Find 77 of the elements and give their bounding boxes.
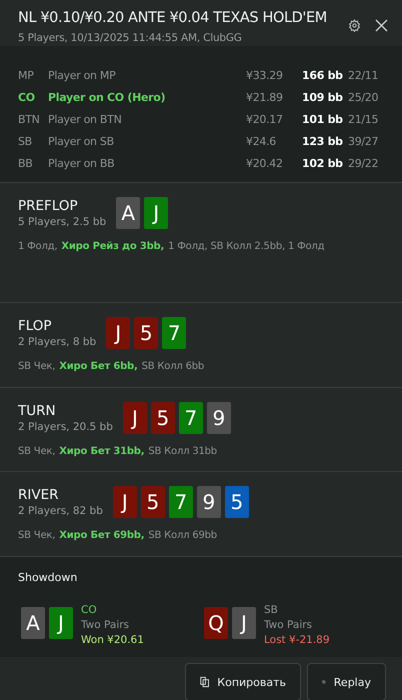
action-text: 1 Фолд, <box>18 241 58 252</box>
player-stack: ¥20.42 <box>246 156 284 170</box>
playing-card: A <box>116 197 140 230</box>
playing-card: 9 <box>196 486 221 518</box>
playing-card: 5 <box>134 317 158 350</box>
action-text: Хиро Рейз до 3bb, <box>61 241 164 252</box>
action-text: SB Колл 6bb <box>142 361 204 372</box>
street-name: TURN <box>18 402 57 419</box>
street-info: 5 Players, 2.5 bb <box>18 216 106 228</box>
street-name: RIVER <box>18 487 60 504</box>
playing-card: J <box>49 606 73 639</box>
player-stack: ¥21.89 <box>246 90 284 104</box>
action-text: SB Колл 31bb <box>148 446 217 457</box>
player-name: Player on SB <box>48 134 115 148</box>
player-name: Player on CO (Hero) <box>48 90 166 104</box>
hand-combination: Two Pairs <box>81 618 130 631</box>
action-text: Хиро Бет 69bb, <box>59 530 144 542</box>
playing-card: 7 <box>162 317 186 350</box>
playing-card: J <box>144 197 168 230</box>
hand-result: Lost ¥-21.89 <box>264 634 330 646</box>
playing-card: 5 <box>224 486 249 518</box>
stack-in-bb: 109 bb <box>302 90 344 104</box>
stack-in-bb: 166 bb <box>302 68 344 82</box>
replay-button[interactable]: Replay <box>307 663 386 700</box>
playing-card: J <box>232 606 256 639</box>
player-stack: ¥20.17 <box>246 112 284 126</box>
action-text: 1 Фолд, SB Колл 2.5bb, 1 Фолд <box>168 241 324 252</box>
player-stats: 22/11 <box>348 68 380 82</box>
street-name: PREFLOP <box>18 198 79 214</box>
action-text: Хиро Бет 6bb, <box>59 361 138 372</box>
player-position: CO <box>81 604 98 616</box>
playing-card: 5 <box>150 402 175 434</box>
player-name: Player on BTN <box>48 112 123 126</box>
player-name: Player on MP <box>48 68 116 82</box>
hand-result: Won ¥20.61 <box>81 634 144 646</box>
street-name: FLOP <box>18 318 53 334</box>
showdown-title: Showdown <box>18 570 78 584</box>
player-position: BTN <box>18 112 41 126</box>
playing-card: 7 <box>178 402 203 434</box>
playing-card: J <box>122 402 147 434</box>
action-text: SB Чек, <box>18 530 56 542</box>
street-info: 2 Players, 8 bb <box>18 336 96 348</box>
player-stats: 25/20 <box>348 90 380 104</box>
player-position: MP <box>18 68 35 82</box>
stack-in-bb: 101 bb <box>302 112 344 126</box>
player-name: Player on BB <box>48 156 116 170</box>
playing-card: J <box>106 317 130 350</box>
player-position: SB <box>18 134 33 148</box>
hand-combination: Two Pairs <box>264 618 314 631</box>
playing-card: J <box>112 486 137 518</box>
action-text: Хиро Бет 31bb, <box>59 446 144 457</box>
player-stats: 21/15 <box>348 112 380 126</box>
action-text: SB Чек, <box>18 446 56 457</box>
player-position: SB <box>264 604 279 616</box>
close-icon[interactable] <box>375 18 388 32</box>
player-stats: 39/27 <box>348 134 380 148</box>
settings-icon[interactable] <box>348 18 361 32</box>
playing-card: 7 <box>168 486 193 518</box>
action-text: SB Чек, <box>18 361 56 372</box>
stack-in-bb: 102 bb <box>302 156 344 170</box>
action-text: SB Колл 69bb <box>148 530 217 542</box>
street-info: 2 Players, 20.5 bb <box>18 420 113 433</box>
street-info: 2 Players, 82 bb <box>18 505 103 518</box>
player-position: BB <box>18 156 34 170</box>
playing-card: 9 <box>206 402 231 434</box>
player-position: CO <box>18 90 36 104</box>
playing-card: Q <box>204 606 228 639</box>
playing-card: A <box>21 606 45 639</box>
copy-button[interactable]: Копировать <box>185 663 301 700</box>
player-stats: 29/22 <box>348 156 380 170</box>
player-stack: ¥33.29 <box>246 68 284 82</box>
player-stack: ¥24.6 <box>246 134 277 148</box>
copy-icon <box>200 675 210 689</box>
hand-info: 5 Players, 10/13/2025 11:44:55 AM, ClubGG <box>18 32 243 44</box>
playing-card: 5 <box>140 486 165 518</box>
window-title: NL ¥0.10/¥0.20 ANTE ¥0.04 TEXAS HOLD'EM <box>18 10 327 26</box>
stack-in-bb: 123 bb <box>302 134 344 148</box>
